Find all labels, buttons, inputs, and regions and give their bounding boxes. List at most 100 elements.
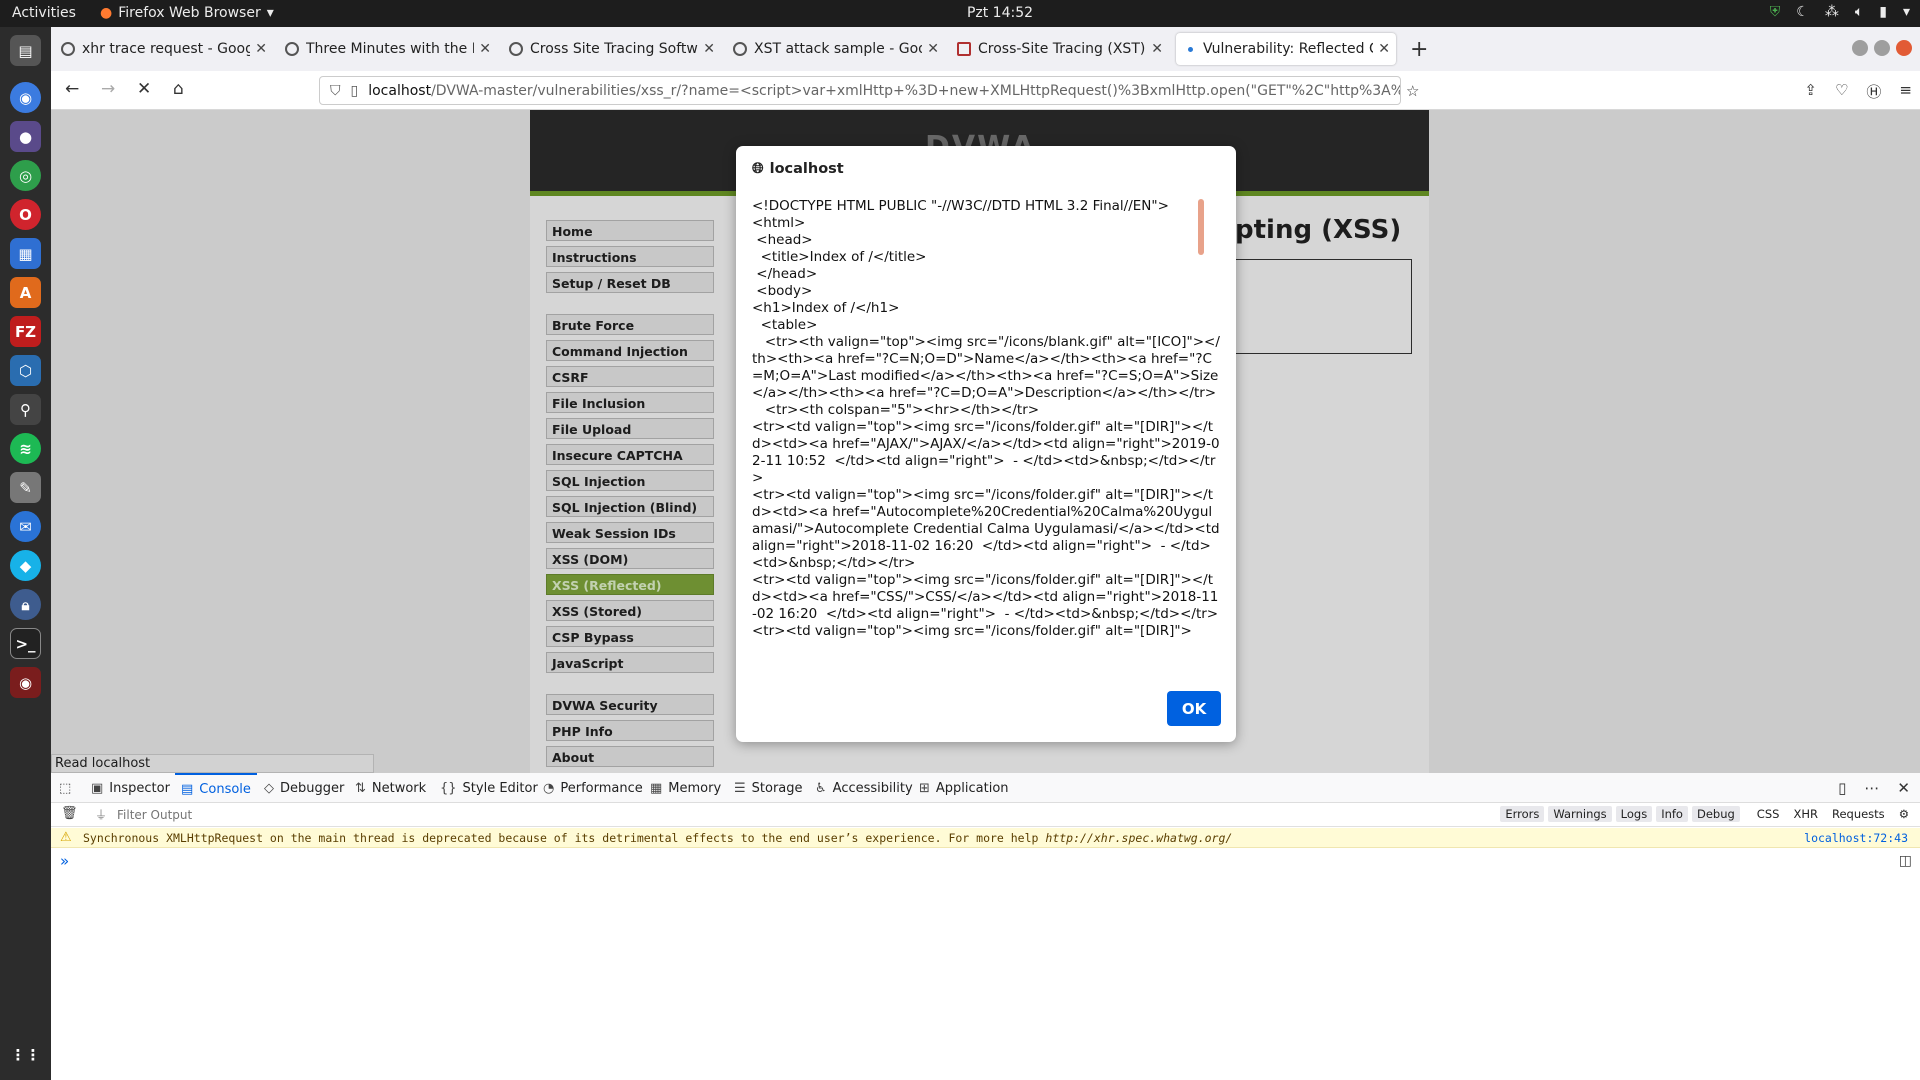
volume-icon[interactable]: 🔈︎ (1855, 4, 1863, 20)
tab-2[interactable]: Cross Site Tracing Softwa ✕ (503, 33, 721, 65)
chromium-icon[interactable]: ◉ (10, 82, 41, 113)
tab-style-editor[interactable]: {} Style Editor (440, 773, 538, 803)
close-icon[interactable]: ✕ (479, 41, 491, 57)
writer-icon[interactable]: ▦ (10, 238, 41, 269)
kodi-icon[interactable]: ◆ (10, 550, 41, 581)
close-devtools-icon[interactable]: ✕ (1897, 779, 1910, 797)
tab-application[interactable]: ⊞ Application (919, 773, 1009, 803)
close-icon[interactable]: ✕ (927, 41, 939, 57)
filter-css[interactable]: CSS (1752, 806, 1785, 822)
settings-gear-icon[interactable]: ⚙ (1894, 806, 1914, 822)
tab-network[interactable]: ⇅ Network (355, 773, 426, 803)
back-arrow-icon[interactable]: ← (65, 79, 79, 99)
tab-debugger[interactable]: ◇ Debugger (264, 773, 344, 803)
devtools-toolbar: ⬚ ▣ Inspector ▤ Console ◇ Debugger ⇅ Network… (51, 773, 1920, 803)
filezilla-icon[interactable]: FZ (10, 316, 41, 347)
network-icon[interactable]: ⁂ (1825, 4, 1839, 20)
tab-inspector[interactable]: ▣ Inspector (91, 773, 170, 803)
virtualbox-icon[interactable]: ⬡ (10, 355, 41, 386)
warning-help-link[interactable]: http://xhr.spec.whatwg.org/ (1045, 831, 1232, 845)
night-mode-icon[interactable]: ☾ (1796, 4, 1809, 20)
chevron-down-icon[interactable]: ▾ (1903, 4, 1910, 20)
battery-icon[interactable]: ▮ (1879, 4, 1887, 20)
pocket-icon[interactable]: ♡ (1835, 81, 1848, 102)
tracking-shield-icon[interactable]: ⛉ (330, 83, 341, 99)
hamburger-menu-icon[interactable]: ≡ (1899, 81, 1912, 102)
caret-down-icon: ▾ (266, 5, 274, 21)
split-console-icon[interactable]: ◫ (1899, 853, 1912, 869)
software-center-icon[interactable]: A (10, 277, 41, 308)
account-avatar-icon[interactable]: Ⓗ (1866, 81, 1881, 102)
bookmark-star-icon[interactable]: ☆ (1406, 82, 1419, 100)
maximize-icon[interactable] (1874, 40, 1890, 56)
search-tool-icon[interactable]: ⚲ (10, 394, 41, 425)
clock[interactable]: Pzt 14:52 (950, 5, 1050, 21)
close-icon[interactable]: ✕ (255, 41, 267, 57)
shield-icon[interactable]: ⛨ (1770, 4, 1781, 20)
dialog-scrollbar[interactable] (1198, 199, 1204, 255)
close-icon[interactable]: ✕ (1151, 41, 1163, 57)
spotify-icon[interactable]: ≋ (10, 433, 41, 464)
screen-recorder-icon[interactable]: ◉ (10, 667, 41, 698)
filter-errors[interactable]: Errors (1500, 806, 1545, 822)
console-prompt[interactable]: » (60, 852, 69, 870)
tab-0[interactable]: xhr trace request - Googl ✕ (55, 33, 273, 65)
close-icon[interactable]: ✕ (1378, 41, 1390, 57)
tab-strip: xhr trace request - Googl ✕ Three Minutes… (51, 27, 1920, 71)
more-options-icon[interactable]: ⋯ (1864, 779, 1879, 797)
page-info-icon[interactable]: ▯ (351, 83, 359, 99)
trash-icon[interactable]: 🗑︎ (61, 806, 78, 821)
filter-output-input[interactable] (107, 803, 487, 826)
app-menu[interactable]: ● Firefox Web Browser ▾ (100, 5, 274, 21)
forward-arrow-icon[interactable]: → (101, 79, 115, 99)
activities-button[interactable]: Activities (12, 5, 76, 21)
stop-loading-icon[interactable]: ✕ (137, 79, 151, 99)
tab-1[interactable]: Three Minutes with the H ✕ (279, 33, 497, 65)
tab-console[interactable]: ▤ Console (175, 773, 257, 803)
firefox-icon: ● (100, 5, 113, 21)
home-icon[interactable]: ⌂ (173, 79, 184, 99)
firefox-window: xhr trace request - Googl ✕ Three Minutes… (51, 27, 1920, 1080)
tab-3[interactable]: XST attack sample - Goog ✕ (727, 33, 945, 65)
google-icon (61, 42, 75, 56)
element-picker-icon[interactable]: ⬚ (59, 773, 71, 803)
tab-storage[interactable]: ☰ Storage (734, 773, 803, 803)
alert-dialog: 🌐︎ localhost <!DOCTYPE HTML PUBLIC "-//W3… (736, 146, 1236, 742)
dock-side-icon[interactable]: ▯ (1838, 779, 1846, 797)
debugger-icon: ◇ (264, 780, 274, 796)
files-icon[interactable]: ▤ (10, 35, 41, 66)
filter-logs[interactable]: Logs (1615, 806, 1653, 822)
thunderbird-icon[interactable]: ✉ (10, 511, 41, 542)
application-dock: ▤ ◉ ● ◎ O ▦ A FZ ⬡ ⚲ ≋ ✎ ✉ ◆ 🔒︎ >_ ◉ ⋮⋮ (0, 27, 51, 1080)
window-controls (1852, 40, 1912, 56)
close-window-icon[interactable] (1896, 40, 1912, 56)
extensions-icon[interactable]: ⇪ (1804, 81, 1817, 102)
network-arrows-icon: ⇅ (355, 780, 366, 796)
filter-requests[interactable]: Requests (1827, 806, 1890, 822)
show-applications-icon[interactable]: ⋮⋮ (10, 1039, 41, 1070)
opera-icon[interactable]: O (10, 199, 41, 230)
chrome-icon[interactable]: ◎ (10, 160, 41, 191)
filter-info[interactable]: Info (1656, 806, 1688, 822)
terminal-icon[interactable]: >_ (10, 628, 41, 659)
tab-4[interactable]: Cross-Site Tracing (XST): ✕ (951, 33, 1169, 65)
minimize-icon[interactable] (1852, 40, 1868, 56)
filter-debug[interactable]: Debug (1691, 806, 1740, 822)
chip-icon: ▦ (650, 780, 663, 796)
tab-performance[interactable]: ◔ Performance (543, 773, 643, 803)
warning-source-link[interactable]: localhost:72:43 (1804, 831, 1908, 845)
new-tab-plus-icon[interactable]: + (1410, 37, 1428, 62)
ok-button[interactable]: OK (1167, 691, 1221, 726)
system-tray[interactable]: ⛨ ☾ ⁂ 🔈︎ ▮ ▾ (1770, 4, 1910, 20)
tab-accessibility[interactable]: ♿︎ Accessibility (815, 773, 913, 803)
password-manager-icon[interactable]: 🔒︎ (10, 589, 41, 620)
filter-warnings[interactable]: Warnings (1548, 806, 1612, 822)
tab-memory[interactable]: ▦ Memory (650, 773, 721, 803)
url-bar[interactable]: ⛉ ▯ localhost/DVWA-master/vulnerabilitie… (319, 76, 1401, 105)
close-icon[interactable]: ✕ (703, 41, 715, 57)
firefox-icon[interactable]: ● (10, 121, 41, 152)
url-path: /DVWA-master/vulnerabilities/xss_r/?name… (431, 82, 1400, 99)
text-editor-icon[interactable]: ✎ (10, 472, 41, 503)
filter-xhr[interactable]: XHR (1788, 806, 1823, 822)
tab-5-active[interactable]: Vulnerability: Reflected C ✕ (1176, 33, 1396, 65)
